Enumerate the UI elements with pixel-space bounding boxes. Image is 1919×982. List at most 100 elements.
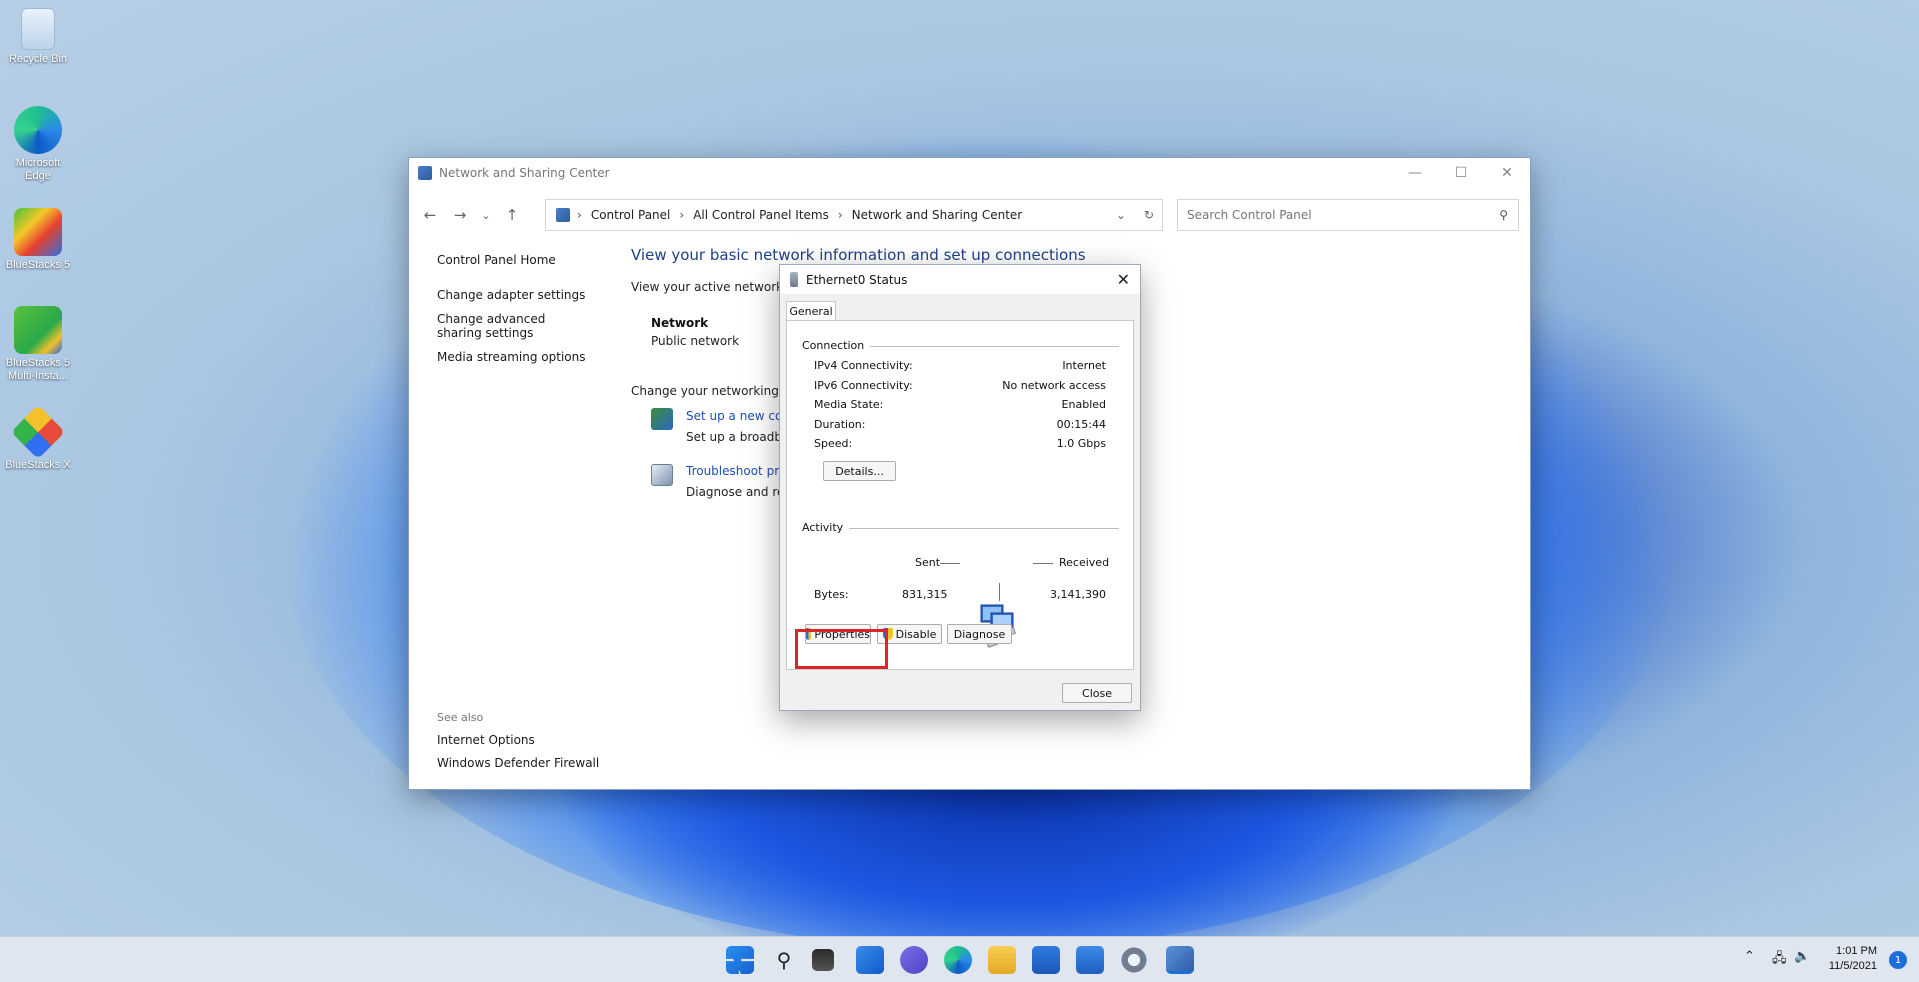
maximize-button[interactable]: ☐ <box>1438 158 1484 188</box>
widgets-icon[interactable] <box>856 946 884 974</box>
general-tab-panel: Connection IPv4 Connectivity: Internet I… <box>786 320 1134 670</box>
ipv4-label: IPv4 Connectivity: <box>814 359 913 372</box>
window-controls: — ☐ ✕ <box>1392 158 1530 188</box>
search-icon[interactable]: ⚲ <box>770 946 798 974</box>
network-type: Public network <box>651 334 740 348</box>
close-dialog-button[interactable]: Close <box>1062 683 1132 703</box>
group-divider <box>847 346 1119 347</box>
bytes-received-value: 3,141,390 <box>1050 588 1106 601</box>
edge-icon <box>14 106 62 154</box>
back-button[interactable]: ← <box>415 206 445 224</box>
internet-options-link[interactable]: Internet Options <box>437 733 535 747</box>
bluestacks-icon <box>14 208 62 256</box>
show-hidden-icons[interactable]: ⌃ <box>1744 949 1755 964</box>
breadcrumb-separator: › <box>577 208 582 222</box>
sent-line <box>940 563 960 564</box>
page-title: View your basic network information and … <box>631 246 1086 264</box>
search-input[interactable]: Search Control Panel <box>1187 208 1312 222</box>
breadcrumb-control-panel[interactable]: Control Panel <box>591 208 671 222</box>
desktop-icon-label: Recycle Bin <box>8 53 68 65</box>
network-tray-icon[interactable]: 🖧 <box>1772 949 1787 971</box>
active-networks-heading: View your active networks <box>631 280 790 294</box>
properties-highlight-box <box>795 629 888 669</box>
search-icon[interactable]: ⚲ <box>1499 208 1508 222</box>
network-center-icon <box>418 166 432 180</box>
details-button[interactable]: Details... <box>823 461 896 481</box>
troubleshoot-icon <box>651 464 673 486</box>
volume-muted-icon[interactable]: 🔈 <box>1794 949 1810 964</box>
desktop-icon-label: BlueStacks X <box>5 459 71 471</box>
received-label: Received <box>1059 556 1110 569</box>
start-icon[interactable] <box>726 946 754 974</box>
notification-badge[interactable]: 1 <box>1889 951 1907 969</box>
breadcrumb-all-items[interactable]: All Control Panel Items <box>693 208 829 222</box>
activity-group-label: Activity <box>802 521 850 534</box>
minimize-button[interactable]: — <box>1392 158 1438 188</box>
bytes-label: Bytes: <box>814 588 849 601</box>
change-networking-heading: Change your networking set <box>631 384 801 398</box>
desktop-icon-recycle-bin[interactable]: Recycle Bin <box>2 8 74 66</box>
media-streaming-link[interactable]: Media streaming options <box>437 350 587 364</box>
address-bar[interactable]: › Control Panel › All Control Panel Item… <box>545 199 1163 231</box>
control-panel-icon <box>556 208 570 222</box>
mail-icon[interactable] <box>1076 946 1104 974</box>
desktop-icon-label: Microsoft Edge <box>15 157 61 182</box>
desktop-icon-bluestacks-multi[interactable]: BlueStacks 5 Multi-Insta... <box>2 306 74 383</box>
clock-date: 11/5/2021 <box>1828 960 1877 972</box>
ethernet-cable-icon <box>790 272 798 287</box>
ipv6-label: IPv6 Connectivity: <box>814 379 913 392</box>
change-adapter-settings-link[interactable]: Change adapter settings <box>437 288 587 302</box>
duration-value: 00:15:44 <box>1056 418 1106 431</box>
desktop-icon-edge[interactable]: Microsoft Edge <box>2 106 74 183</box>
clock-time: 1:01 PM <box>1836 945 1877 957</box>
tab-general[interactable]: General <box>786 301 836 321</box>
close-window-button[interactable]: ✕ <box>1484 158 1530 188</box>
window-title: Network and Sharing Center <box>439 166 610 180</box>
troubleshoot-desc: Diagnose and rep <box>686 485 793 499</box>
speed-label: Speed: <box>814 437 853 450</box>
bluestacks-multi-icon <box>14 306 62 354</box>
clock[interactable]: 1:01 PM 11/5/2021 <box>1829 944 1877 974</box>
see-also-heading: See also <box>437 711 484 724</box>
search-box[interactable]: Search Control Panel ⚲ <box>1177 199 1519 231</box>
desktop-icon-bluestacks-x[interactable]: BlueStacks X <box>2 404 74 472</box>
settings-icon[interactable] <box>1120 946 1148 974</box>
diagnose-button[interactable]: Diagnose <box>947 624 1012 644</box>
duration-label: Duration: <box>814 418 866 431</box>
bytes-divider <box>999 583 1000 601</box>
media-state-label: Media State: <box>814 398 884 411</box>
forward-button[interactable]: → <box>445 206 475 224</box>
edge-icon[interactable] <box>944 946 972 974</box>
network-name: Network <box>651 316 709 330</box>
control-panel-icon[interactable] <box>1166 946 1194 974</box>
change-advanced-sharing-link[interactable]: Change advanced sharing settings <box>437 312 587 340</box>
ipv4-value: Internet <box>1062 359 1106 372</box>
troubleshoot-link[interactable]: Troubleshoot prob <box>686 464 794 478</box>
media-state-value: Enabled <box>1061 398 1106 411</box>
title-bar: Network and Sharing Center <box>409 158 1530 188</box>
recent-locations-button[interactable]: ⌄ <box>475 209 497 222</box>
windows-firewall-link[interactable]: Windows Defender Firewall <box>437 756 599 770</box>
desktop-icon-bluestacks[interactable]: BlueStacks 5 <box>2 208 74 272</box>
dialog-close-icon[interactable]: ✕ <box>1117 270 1130 289</box>
left-navigation-pane: Control Panel Home Change adapter settin… <box>437 253 587 374</box>
dialog-title: Ethernet0 Status <box>806 272 908 287</box>
file-explorer-icon[interactable] <box>988 946 1016 974</box>
refresh-icon[interactable]: ↻ <box>1144 208 1154 222</box>
connection-group-label: Connection <box>802 339 871 352</box>
dialog-title-bar: Ethernet0 Status <box>780 265 1140 294</box>
bluestacks-x-icon <box>10 404 66 460</box>
chat-icon[interactable] <box>900 946 928 974</box>
control-panel-home-link[interactable]: Control Panel Home <box>437 253 587 267</box>
up-button[interactable]: ↑ <box>497 206 527 224</box>
taskbar: ⚲ ⌃ 🖧 🔈 1:01 PM 11/5/2021 1 <box>0 936 1919 982</box>
disable-button-label: Disable <box>895 627 937 641</box>
bytes-sent-value: 831,315 <box>902 588 948 601</box>
store-icon[interactable] <box>1032 946 1060 974</box>
desktop-icon-label: BlueStacks 5 Multi-Insta... <box>5 357 71 382</box>
address-dropdown-icon[interactable]: ⌄ <box>1116 208 1126 222</box>
breadcrumb-network-center[interactable]: Network and Sharing Center <box>852 208 1023 222</box>
sent-label: Sent <box>915 556 941 569</box>
task-view-icon[interactable] <box>812 949 834 971</box>
ipv6-value: No network access <box>1002 379 1106 392</box>
